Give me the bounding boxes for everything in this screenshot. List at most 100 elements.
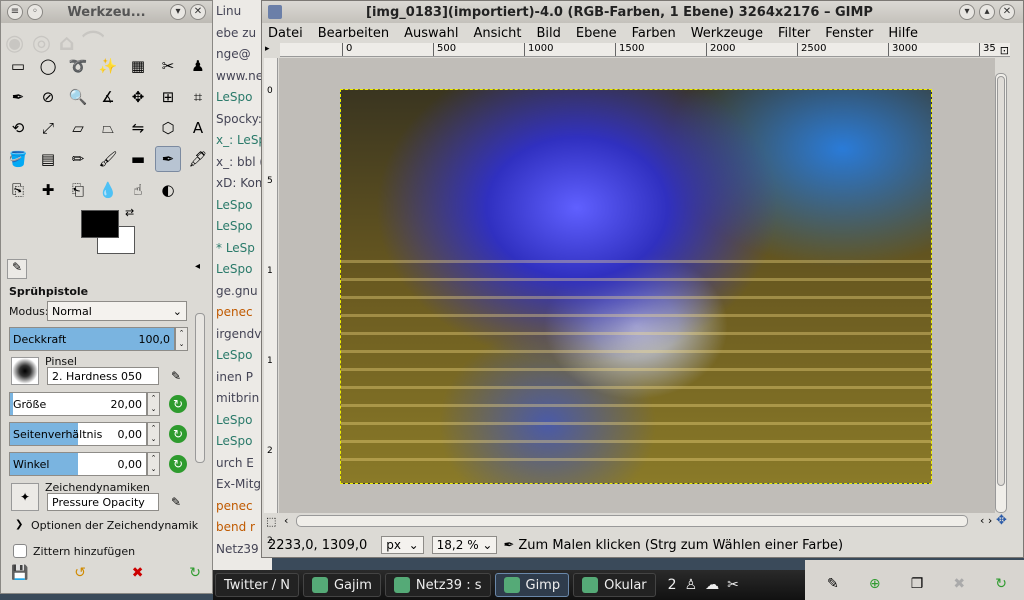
perspective-clone-icon[interactable]: ⎗ [65, 177, 91, 203]
reset-aspect-icon[interactable]: ↻ [169, 425, 187, 443]
close-icon[interactable]: ✕ [999, 4, 1015, 20]
unit-select[interactable]: px ⌄ [381, 536, 424, 554]
text-icon[interactable]: A [185, 115, 211, 141]
blur-icon[interactable]: 💧 [95, 177, 121, 203]
cage-icon[interactable]: ⬡ [155, 115, 181, 141]
menu-item-farben[interactable]: Farben [632, 26, 676, 41]
ink-icon[interactable]: 🖋 [185, 146, 211, 172]
reset-angle-icon[interactable]: ↻ [169, 455, 187, 473]
menu-item-ansicht[interactable]: Ansicht [473, 26, 521, 41]
aspect-slider[interactable]: Seitenverhältnis 0,00 [9, 422, 147, 446]
color-picker-icon[interactable]: ⊘ [35, 84, 61, 110]
save-icon[interactable]: 💾 [11, 565, 28, 581]
rect-select-icon[interactable]: ▭ [5, 53, 31, 79]
color-select-icon[interactable]: ▦ [125, 53, 151, 79]
zoom-icon[interactable]: 🔍 [65, 84, 91, 110]
brush-preview[interactable] [11, 357, 39, 385]
minimize-icon[interactable]: ▾ [959, 4, 975, 20]
eraser-icon[interactable]: ▬ [125, 146, 151, 172]
menu-item-auswahl[interactable]: Auswahl [404, 26, 458, 41]
measure-icon[interactable]: ∡ [95, 84, 121, 110]
crop-icon[interactable]: ⌗ [185, 84, 211, 110]
close-icon[interactable]: ✕ [190, 4, 206, 20]
tray-scissors-icon[interactable]: ✂ [727, 577, 739, 593]
new-layer-icon[interactable]: ⊕ [869, 576, 881, 592]
navigate-icon[interactable]: ✥ [996, 513, 1007, 528]
bucket-fill-icon[interactable]: 🪣 [5, 146, 31, 172]
paths-icon[interactable]: ✒ [5, 84, 31, 110]
tool-options-tab-icon[interactable]: ✎ [7, 259, 27, 279]
move-icon[interactable]: ✥ [125, 84, 151, 110]
lasso-icon[interactable]: ➰ [65, 53, 91, 79]
delete-layer-icon[interactable]: ✖ [953, 576, 965, 592]
zoom-select[interactable]: 18,2 % ⌄ [431, 536, 498, 554]
menu-item-bild[interactable]: Bild [537, 26, 561, 41]
dodge-burn-icon[interactable]: ◐ [155, 177, 181, 203]
angle-slider[interactable]: Winkel 0,00 [9, 452, 147, 476]
brush-field[interactable]: 2. Hardness 050 [47, 367, 159, 385]
vertical-ruler[interactable]: 051122 [264, 58, 278, 546]
taskbar-item-gimp[interactable]: Gimp [494, 573, 570, 597]
edit-dynamics-icon[interactable]: ✎ [171, 495, 181, 509]
opacity-spinner[interactable]: ⌃ ⌄ [175, 327, 188, 351]
paintbrush-icon[interactable]: 🖌 [95, 146, 121, 172]
ellipse-select-icon[interactable]: ◯ [35, 53, 61, 79]
maximize-icon[interactable]: ▴ [979, 4, 995, 20]
vertical-scrollbar[interactable] [995, 73, 1007, 513]
duplicate-icon[interactable]: ❐ [911, 576, 924, 592]
edit-brush-icon[interactable]: ✎ [171, 369, 181, 383]
scissors-select-icon[interactable]: ✂ [155, 53, 181, 79]
airbrush-icon[interactable]: ✒ [155, 146, 181, 172]
size-spinner[interactable]: ⌃ ⌄ [147, 392, 160, 416]
settings-icon[interactable]: ◦ [27, 4, 43, 20]
pencil-icon[interactable]: ✏ [65, 146, 91, 172]
menu-item-bearbeiten[interactable]: Bearbeiten [318, 26, 389, 41]
menu-item-fenster[interactable]: Fenster [825, 26, 873, 41]
options-scrollbar[interactable] [195, 313, 205, 463]
jitter-checkbox[interactable] [13, 544, 27, 558]
taskbar-item-twitter[interactable]: Twitter / N [215, 573, 299, 597]
menu-item-hilfe[interactable]: Hilfe [888, 26, 918, 41]
heal-icon[interactable]: ✚ [35, 177, 61, 203]
reset-icon[interactable]: ↻ [189, 565, 201, 581]
swap-colors-icon[interactable]: ⇄ [125, 206, 134, 219]
menu-item-datei[interactable]: Datei [268, 26, 303, 41]
refresh-icon[interactable]: ↻ [995, 576, 1007, 592]
shear-icon[interactable]: ▱ [65, 115, 91, 141]
blend-icon[interactable]: ▤ [35, 146, 61, 172]
horizontal-ruler[interactable]: 0 500 1000 1500 2000 2500 3000 35 [280, 43, 1010, 57]
aspect-spinner[interactable]: ⌃ ⌄ [147, 422, 160, 446]
dynamics-options-expander[interactable]: Optionen der Zeichendynamik [31, 519, 198, 532]
foreground-color[interactable] [81, 210, 119, 238]
taskbar-item-netz39[interactable]: Netz39 : s [384, 573, 491, 597]
rotate-icon[interactable]: ⟲ [5, 115, 31, 141]
zoom-fit-icon[interactable]: ⊡ [1000, 44, 1009, 57]
foreground-select-icon[interactable]: ♟ [185, 53, 211, 79]
perspective-icon[interactable]: ⏢ [95, 115, 121, 141]
dynamics-preview-icon[interactable]: ✦ [11, 483, 39, 511]
dynamics-field[interactable]: Pressure Opacity [47, 493, 159, 511]
menu-item-filter[interactable]: Filter [778, 26, 810, 41]
menu-arrow-icon[interactable]: ▸ [265, 44, 270, 54]
fuzzy-select-icon[interactable]: ✨ [95, 53, 121, 79]
opacity-slider[interactable]: Deckkraft 100,0 [9, 327, 175, 351]
scale-icon[interactable]: ⤢ [35, 115, 61, 141]
taskbar-item-okular[interactable]: Okular [573, 573, 656, 597]
reset-size-icon[interactable]: ↻ [169, 395, 187, 413]
quick-mask-icon[interactable]: ⬚ [266, 515, 276, 528]
mode-select[interactable]: Normal ⌄ [47, 301, 187, 321]
image-canvas[interactable] [340, 89, 932, 484]
restore-icon[interactable]: ↺ [74, 565, 86, 581]
panel-menu-icon[interactable]: ◂ [195, 261, 200, 272]
taskbar-item-gajim[interactable]: Gajim [302, 573, 381, 597]
menu-item-ebene[interactable]: Ebene [576, 26, 617, 41]
flip-icon[interactable]: ⇋ [125, 115, 151, 141]
scroll-right-icon[interactable]: ‹ › [980, 514, 992, 527]
scroll-left-icon[interactable]: ‹ [284, 514, 288, 527]
menu-icon[interactable]: ≡ [7, 4, 23, 20]
delete-icon[interactable]: ✖ [132, 565, 144, 581]
tray-network-icon[interactable]: ☁ [705, 577, 719, 593]
tray-user-icon[interactable]: ♙ [685, 577, 698, 593]
minimize-icon[interactable]: ▾ [170, 4, 186, 20]
canvas-area[interactable] [279, 58, 995, 513]
